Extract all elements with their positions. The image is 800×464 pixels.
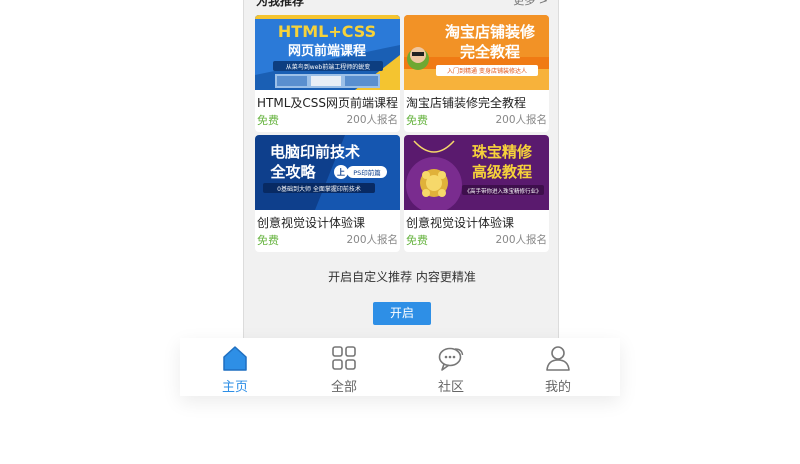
banner-line2: 全攻略 <box>269 163 316 181</box>
home-icon <box>221 344 249 372</box>
course-banner: HTML+CSS 网页前端课程 从菜鸟到web前端工程师的蜕变 <box>255 15 400 90</box>
banner-line2: 完全教程 <box>460 43 520 61</box>
course-banner: 电脑印前技术 全攻略 上 PS印前篇 0基础到大师 全面掌握印前技术 <box>255 135 400 210</box>
course-card[interactable]: 电脑印前技术 全攻略 上 PS印前篇 0基础到大师 全面掌握印前技术 创意视觉设… <box>255 135 400 252</box>
banner-sub: 从菜鸟到web前端工程师的蜕变 <box>286 63 370 71</box>
banner-line2: 高级教程 <box>472 163 532 181</box>
section-title: 为我推荐 <box>256 0 305 8</box>
course-price: 免费 <box>257 234 279 247</box>
course-title: 创意视觉设计体验课 <box>406 216 515 230</box>
banner-badge: PS印前篇 <box>353 168 381 177</box>
enroll-count: 200人报名 <box>495 114 547 126</box>
grid-icon <box>330 344 358 372</box>
banner-sub: 0基础到大师 全面掌握印前技术 <box>277 185 361 193</box>
course-card[interactable]: HTML+CSS 网页前端课程 从菜鸟到web前端工程师的蜕变 HTML及CSS… <box>255 15 400 132</box>
banner-line1: 淘宝店铺装修 <box>444 23 536 41</box>
course-card[interactable]: 淘宝店铺装修 完全教程 入门到精通 变身店铺装修达人 淘宝店铺装修完全教程 免费… <box>404 15 549 132</box>
course-title: HTML及CSS网页前端课程 <box>257 96 399 110</box>
banner-sub: 入门到精通 变身店铺装修达人 <box>447 67 527 75</box>
course-price: 免费 <box>406 114 428 127</box>
open-button[interactable]: 开启 <box>373 302 431 325</box>
bottom-tabbar: 主页 全部 社区 我的 <box>180 338 620 396</box>
tab-all[interactable]: 全部 <box>304 338 384 396</box>
banner-line1: 珠宝精修 <box>472 143 533 161</box>
enroll-count: 200人报名 <box>346 234 398 246</box>
more-link[interactable]: 更多 > <box>513 0 548 8</box>
tab-label: 主页 <box>221 380 248 395</box>
tab-label: 社区 <box>437 380 464 395</box>
banner-line2: 网页前端课程 <box>288 43 366 59</box>
course-card[interactable]: 珠宝精修 高级教程 《高手带你进入珠宝精修行业》 创意视觉设计体验课 免费 20… <box>404 135 549 252</box>
banner-sub: 《高手带你进入珠宝精修行业》 <box>464 187 541 195</box>
course-title: 淘宝店铺装修完全教程 <box>406 96 527 110</box>
enroll-count: 200人报名 <box>495 234 547 246</box>
banner-line1: HTML+CSS <box>278 22 376 41</box>
phone-screen: 为我推荐 更多 > HTML+CSS 网页前端课程 从菜鸟到web前端工程师的蜕… <box>243 0 559 340</box>
svg-text:上: 上 <box>337 167 345 177</box>
user-icon <box>544 344 572 372</box>
custom-recommend-text: 开启自定义推荐 内容更精准 <box>328 270 476 284</box>
tab-home[interactable]: 主页 <box>195 338 275 396</box>
enroll-count: 200人报名 <box>346 114 398 126</box>
course-price: 免费 <box>257 114 279 127</box>
course-price: 免费 <box>406 234 428 247</box>
course-title: 创意视觉设计体验课 <box>257 216 366 230</box>
course-banner: 淘宝店铺装修 完全教程 入门到精通 变身店铺装修达人 <box>404 15 549 90</box>
banner-line1: 电脑印前技术 <box>270 143 360 161</box>
tab-community[interactable]: 社区 <box>411 338 491 396</box>
section-header: 为我推荐 更多 > <box>244 0 558 10</box>
tab-label: 全部 <box>330 380 357 395</box>
tab-me[interactable]: 我的 <box>518 338 598 396</box>
chat-icon <box>437 344 465 372</box>
course-banner: 珠宝精修 高级教程 《高手带你进入珠宝精修行业》 <box>404 135 549 210</box>
tab-label: 我的 <box>544 380 571 395</box>
